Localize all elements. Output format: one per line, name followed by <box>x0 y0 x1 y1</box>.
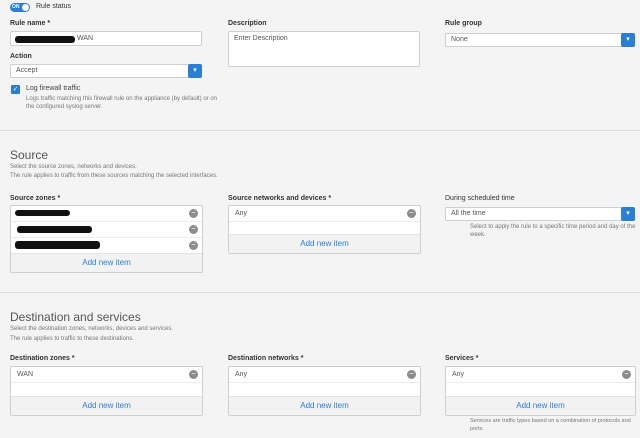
redacted-text <box>15 241 100 249</box>
schedule-help: Select to apply the rule to a specific t… <box>470 224 636 238</box>
list-item-label: Any <box>235 371 248 378</box>
rule-name-value: WAN <box>77 35 94 42</box>
minus-circle-icon[interactable]: − <box>189 225 198 234</box>
log-traffic-label: Log firewall traffic <box>26 85 81 92</box>
minus-circle-icon[interactable]: − <box>622 370 631 379</box>
toggle-knob <box>22 4 29 11</box>
destination-networks-label: Destination networks * <box>228 355 304 362</box>
rule-group-label: Rule group <box>445 20 482 27</box>
list-item: WAN − <box>11 367 202 383</box>
add-new-item-button[interactable]: Add new item <box>11 396 202 415</box>
rule-group-value: None <box>451 36 468 43</box>
services-label: Services * <box>445 355 479 362</box>
list-item-label: WAN <box>17 371 34 378</box>
destination-zones-label: Destination zones * <box>10 355 75 362</box>
list-item: Any − <box>446 367 635 383</box>
minus-circle-icon[interactable]: − <box>189 209 198 218</box>
rule-status-label: Rule status <box>36 3 72 10</box>
add-new-item-button[interactable]: Add new item <box>229 396 420 415</box>
list-item: − <box>11 222 202 238</box>
services-help: Services are traffic types based on a co… <box>470 418 631 432</box>
schedule-label: During scheduled time <box>445 195 515 202</box>
source-networks-label: Source networks and devices * <box>228 195 332 202</box>
minus-circle-icon[interactable]: − <box>189 241 198 250</box>
destination-networks-list: Any − Add new item <box>228 366 421 416</box>
action-label: Action <box>10 53 32 60</box>
log-traffic-checkbox[interactable]: ✓ <box>11 85 20 94</box>
services-list: Any − Add new item <box>445 366 636 416</box>
description-placeholder: Enter Description <box>234 35 288 42</box>
schedule-value: All the time <box>451 210 486 217</box>
add-new-item-button[interactable]: Add new item <box>229 234 420 253</box>
add-new-item-button[interactable]: Add new item <box>446 396 635 415</box>
destination-desc-2: The rule applies to traffic to these des… <box>10 336 134 342</box>
toggle-label: ON <box>12 4 20 10</box>
action-value: Accept <box>16 67 38 74</box>
rule-name-input[interactable]: WAN <box>10 31 202 46</box>
source-title: Source <box>10 148 49 162</box>
source-zones-label: Source zones * <box>10 195 61 202</box>
chevron-down-icon[interactable]: ▾ <box>188 64 202 78</box>
list-item-label: Any <box>452 371 465 378</box>
list-item: Any − <box>229 367 420 383</box>
redacted-text <box>15 36 75 43</box>
chevron-down-icon[interactable]: ▾ <box>621 33 635 47</box>
list-item: − <box>11 206 202 222</box>
rule-name-label: Rule name * <box>10 20 51 27</box>
chevron-down-icon[interactable]: ▾ <box>621 207 635 221</box>
log-traffic-help: Logs traffic matching this firewall rule… <box>26 96 217 110</box>
destination-title: Destination and services <box>10 310 141 324</box>
action-select[interactable]: Accept ▾ <box>10 64 202 78</box>
add-new-item-button[interactable]: Add new item <box>11 253 202 272</box>
minus-circle-icon[interactable]: − <box>189 370 198 379</box>
divider <box>0 292 640 293</box>
list-item: − <box>11 238 202 254</box>
rule-status-toggle[interactable]: ON <box>10 3 30 12</box>
destination-desc-1: Select the destination zones, networks, … <box>10 326 174 332</box>
minus-circle-icon[interactable]: − <box>407 370 416 379</box>
source-networks-list: Any − Add new item <box>228 205 421 254</box>
description-textarea[interactable]: Enter Description <box>228 31 420 67</box>
redacted-text <box>17 226 92 233</box>
source-desc-2: The rule applies to traffic from these s… <box>10 173 218 179</box>
rule-group-select[interactable]: None ▾ <box>445 33 635 47</box>
schedule-select[interactable]: All the time ▾ <box>445 207 635 221</box>
destination-zones-list: WAN − Add new item <box>10 366 203 416</box>
list-item: Any − <box>229 206 420 222</box>
redacted-text <box>15 210 70 216</box>
divider <box>0 130 640 131</box>
list-item-label: Any <box>235 210 248 217</box>
description-label: Description <box>228 20 267 27</box>
minus-circle-icon[interactable]: − <box>407 209 416 218</box>
source-zones-list: − − − Add new item <box>10 205 203 273</box>
source-desc-1: Select the source zones, networks and de… <box>10 164 137 170</box>
